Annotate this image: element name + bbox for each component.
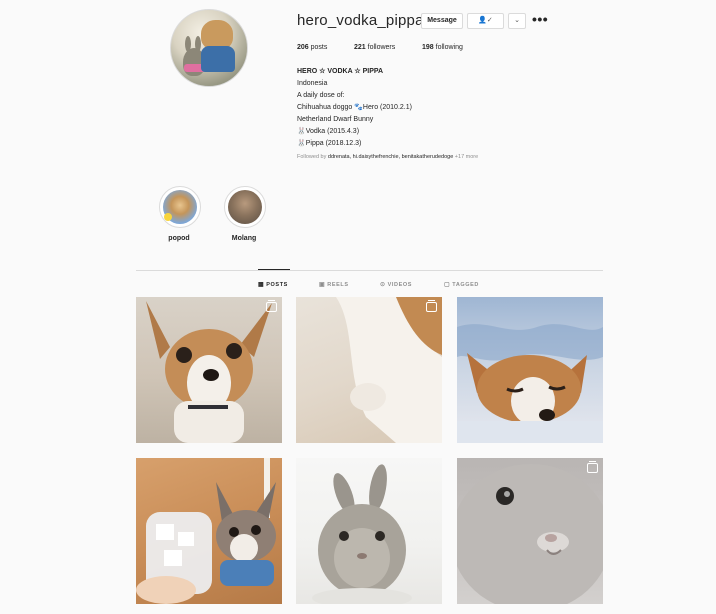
avatar-dog-shirt <box>201 46 235 72</box>
post-thumbnail[interactable] <box>136 458 282 604</box>
reels-icon: ▣ <box>319 282 326 288</box>
stat-followers[interactable]: 221 followers <box>354 44 395 51</box>
video-icon: ⊙ <box>380 282 386 288</box>
grid-icon: ▦ <box>258 282 265 288</box>
tab-label: POSTS <box>266 282 288 288</box>
bio-line: A daily dose of: <box>297 92 345 99</box>
tab-label: TAGGED <box>452 282 480 288</box>
highlight-label: Molang <box>231 235 257 242</box>
posts-count: 206 <box>297 44 309 51</box>
post-image <box>336 297 442 443</box>
highlight-cover <box>228 190 262 224</box>
stat-following[interactable]: 198 following <box>422 44 463 51</box>
tag-icon: ▢ <box>444 282 451 288</box>
tab-reels[interactable]: ▣ REELS <box>319 281 349 288</box>
more-options-icon[interactable]: ••• <box>532 12 548 26</box>
message-button[interactable]: Message <box>421 13 463 29</box>
avatar-bunny-ear <box>185 36 191 52</box>
tab-posts[interactable]: ▦ POSTS <box>258 281 288 288</box>
profile-full-name: HERO ☆ VODKA ☆ PIPPA <box>297 68 384 75</box>
post-thumbnail[interactable] <box>136 297 282 443</box>
active-tab-indicator <box>258 269 290 270</box>
multiple-posts-icon <box>266 300 277 312</box>
tab-label: VIDEOS <box>387 282 413 288</box>
post-image <box>457 464 603 604</box>
bio-line: Netherland Dwarf Bunny <box>297 116 374 123</box>
highlight-label: popod <box>168 235 190 242</box>
followers-label: followers <box>367 44 396 51</box>
stat-posts: 206 posts <box>297 44 327 51</box>
followed-by[interactable]: Followed by ddrenata, hi.daisythefrenchi… <box>297 154 478 160</box>
tab-tagged[interactable]: ▢ TAGGED <box>444 281 479 288</box>
tab-label: REELS <box>327 282 349 288</box>
post-image <box>312 464 412 604</box>
highlight-popod[interactable] <box>159 186 201 228</box>
highlight-molang[interactable] <box>224 186 266 228</box>
person-check-icon: 👤✓ <box>478 17 493 24</box>
tabs-divider <box>136 270 603 271</box>
profile-avatar[interactable] <box>170 9 248 87</box>
suggested-dropdown-button[interactable]: ⌄ <box>508 13 526 29</box>
bio-line: 🐰Pippa (2018.12.3) <box>297 140 362 147</box>
post-image <box>457 324 603 443</box>
following-count: 198 <box>422 44 434 51</box>
post-image <box>136 458 276 604</box>
followed-by-users: ddrenata, hi.daisythefrenchie, benitakat… <box>327 154 454 160</box>
chevron-down-icon: ⌄ <box>514 17 520 24</box>
bio-line: 🐰Vodka (2015.4.3) <box>297 128 360 135</box>
followed-by-more: +17 more <box>454 154 479 160</box>
followed-by-prefix: Followed by <box>297 154 327 160</box>
bio-line: Indonesia <box>297 80 328 87</box>
post-image <box>146 301 272 443</box>
post-thumbnail[interactable] <box>457 297 603 443</box>
multiple-posts-icon <box>426 300 437 312</box>
post-thumbnail[interactable] <box>296 297 442 443</box>
multiple-posts-icon <box>587 461 598 473</box>
following-label: following <box>435 44 463 51</box>
sticker-icon <box>164 213 172 221</box>
profile-username: hero_vodka_pippa <box>297 12 424 29</box>
posts-label: posts <box>310 44 328 51</box>
tab-videos[interactable]: ⊙ VIDEOS <box>380 281 412 288</box>
bio-line: Chihuahua doggo 🐾Hero (2010.2.1) <box>297 104 412 111</box>
post-thumbnail[interactable] <box>296 458 442 604</box>
post-thumbnail[interactable] <box>457 458 603 604</box>
following-button[interactable]: 👤✓ <box>467 13 504 29</box>
followers-count: 221 <box>354 44 366 51</box>
